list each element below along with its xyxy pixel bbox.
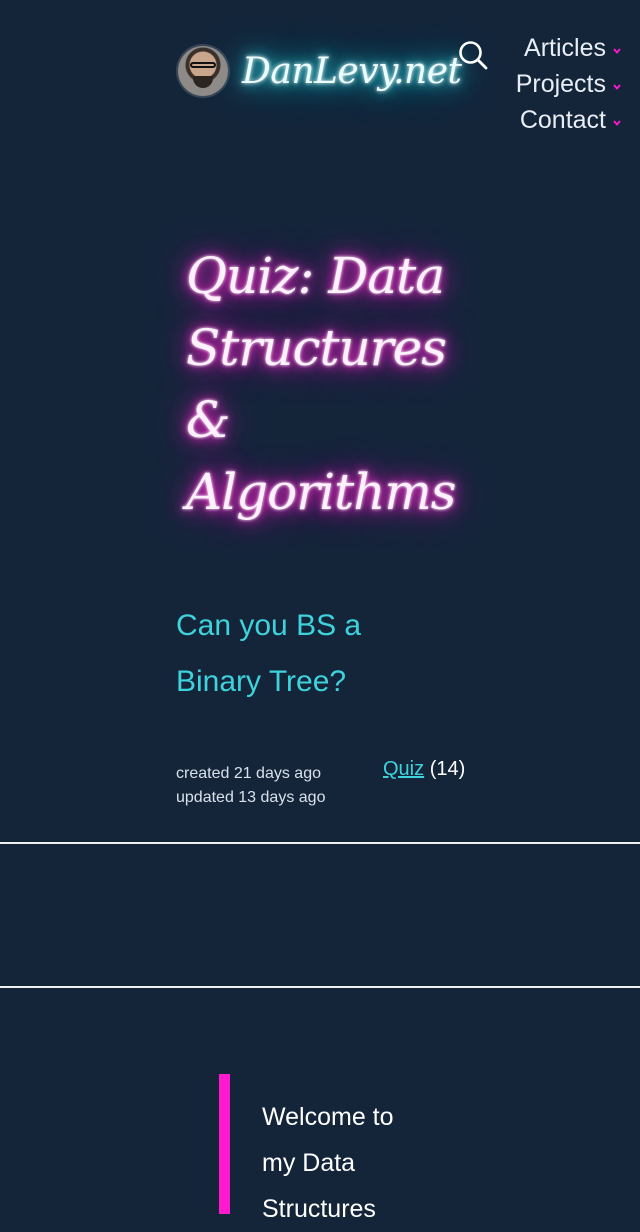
- tag-count: (14): [429, 758, 466, 780]
- tag-link-quiz[interactable]: Quiz: [383, 758, 424, 780]
- nav-item-label: Contact: [519, 105, 606, 134]
- site-logo-link[interactable]: DanLevy.net: [178, 46, 462, 96]
- tag-list: Quiz (14): [383, 758, 465, 781]
- post-dates: created 21 days ago updated 13 days ago: [176, 762, 325, 810]
- search-button[interactable]: [456, 38, 490, 72]
- page-title: Quiz: Data Structures & Algorithms: [186, 247, 456, 521]
- nav-item-articles[interactable]: Articles: [524, 30, 622, 66]
- created-date: created 21 days ago: [176, 765, 321, 782]
- updated-date: updated 13 days ago: [176, 789, 326, 806]
- nav-item-label: Projects: [515, 69, 606, 98]
- page-subtitle: Can you BS a Binary Tree?: [176, 609, 362, 698]
- blockquote-accent-bar: [219, 1074, 230, 1214]
- chevron-down-icon: [613, 84, 621, 90]
- main-nav: Articles Projects Contact: [516, 30, 622, 138]
- nav-item-label: Articles: [524, 33, 606, 62]
- chevron-down-icon: [613, 48, 621, 54]
- nav-item-contact[interactable]: Contact: [520, 102, 622, 138]
- site-name: DanLevy.net: [242, 50, 462, 92]
- avatar: [178, 46, 228, 96]
- chevron-down-icon: [613, 120, 621, 126]
- divider: [0, 986, 640, 988]
- search-icon: [459, 41, 488, 70]
- nav-item-projects[interactable]: Projects: [516, 66, 622, 102]
- intro-blockquote: Welcome to my Data Structures: [262, 1103, 394, 1223]
- divider: [0, 842, 640, 844]
